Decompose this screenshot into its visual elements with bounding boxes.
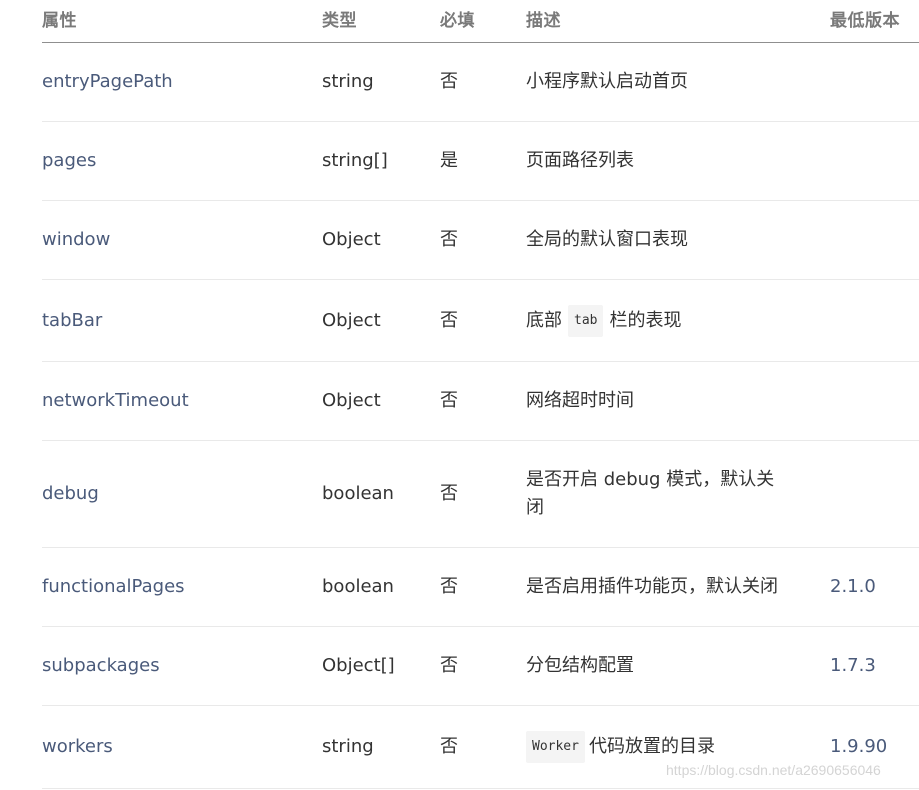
table-row: networkTimeout Object 否 网络超时时间 [42,362,919,441]
type-cell: boolean [322,576,394,597]
type-cell: string [322,736,374,757]
prop-cell: functionalPages [42,576,185,597]
required-cell: 是 [440,150,458,171]
desc-cell: 页面路径列表 [526,150,634,171]
required-cell: 否 [440,390,458,411]
table-row: entryPagePath string 否 小程序默认启动首页 [42,43,919,122]
required-cell: 否 [440,71,458,92]
config-properties-table: 属性 类型 必填 描述 最低版本 entryPagePath string 否 … [42,0,919,789]
desc-cell: 是否开启 debug 模式，默认关闭 [526,469,775,518]
desc-cell: 全局的默认窗口表现 [526,229,688,250]
type-cell: Object [322,229,381,250]
header-required: 必填 [440,11,475,31]
type-cell: Object [322,390,381,411]
type-cell: Object[] [322,655,395,676]
table-row: pages string[] 是 页面路径列表 [42,122,919,201]
type-cell: string [322,71,374,92]
version-cell: 1.7.3 [830,655,876,676]
header-version: 最低版本 [830,11,900,31]
prop-cell: debug [42,483,99,504]
prop-cell: tabBar [42,309,103,331]
required-cell: 否 [440,576,458,597]
table-row: debug boolean 否 是否开启 debug 模式，默认关闭 [42,441,919,548]
table-row: tabBar Object 否 底部 tab 栏的表现 [42,280,919,362]
prop-cell: pages [42,150,97,171]
required-cell: 否 [440,309,458,331]
prop-cell: window [42,229,111,250]
required-cell: 否 [440,483,458,504]
header-prop: 属性 [42,11,77,31]
table-header: 属性 类型 必填 描述 最低版本 [42,0,919,43]
desc-text-after: 栏的表现 [609,309,682,331]
desc-text-before: 底部 [526,309,562,331]
prop-cell: networkTimeout [42,390,189,411]
table-row: window Object 否 全局的默认窗口表现 [42,201,919,280]
prop-cell: workers [42,736,113,757]
required-cell: 否 [440,736,458,757]
prop-cell: entryPagePath [42,71,173,92]
header-type: 类型 [322,11,357,31]
desc-cell: 底部 tab 栏的表现 [526,280,791,361]
prop-cell: subpackages [42,655,160,676]
type-cell: boolean [322,483,394,504]
desc-cell: 分包结构配置 [526,655,634,676]
table-row: subpackages Object[] 否 分包结构配置 1.7.3 [42,627,919,706]
required-cell: 否 [440,229,458,250]
desc-cell: 网络超时时间 [526,390,634,411]
inline-code: Worker [526,731,585,763]
table-row: functionalPages boolean 否 是否启用插件功能页，默认关闭… [42,548,919,627]
type-cell: Object [322,309,381,331]
type-cell: string[] [322,150,388,171]
source-watermark: https://blog.csdn.net/a2690656046 [666,762,881,778]
inline-code: tab [568,304,604,337]
header-desc: 描述 [526,11,561,31]
version-cell: 2.1.0 [830,576,876,597]
desc-cell: 小程序默认启动首页 [526,71,688,92]
desc-text-after: 代码放置的目录 [588,736,715,757]
required-cell: 否 [440,655,458,676]
desc-cell: 是否启用插件功能页，默认关闭 [526,576,778,597]
